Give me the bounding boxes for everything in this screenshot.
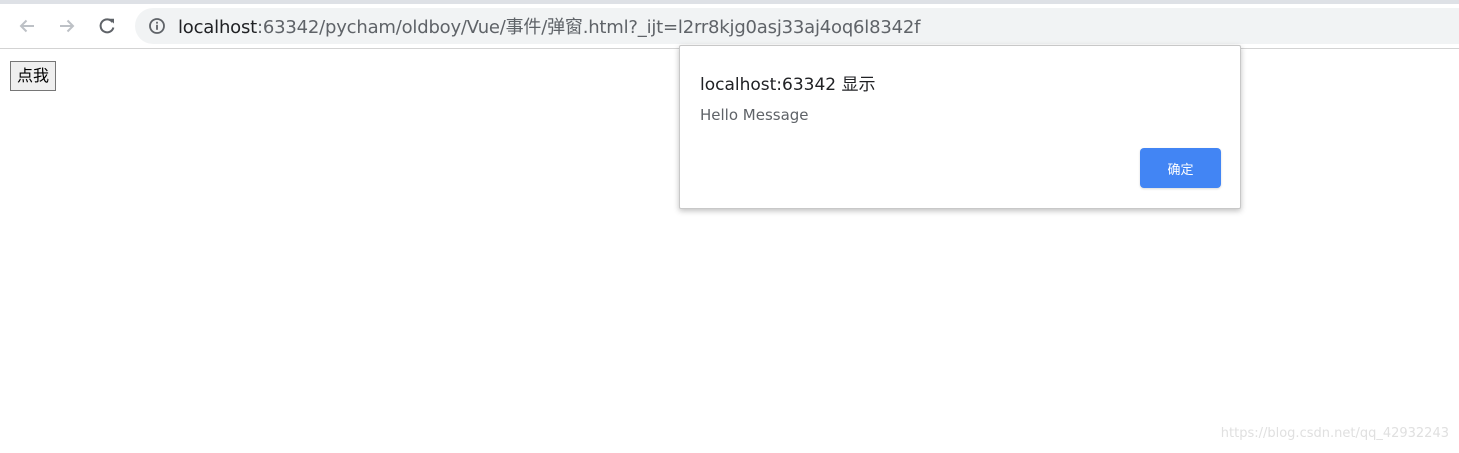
alert-dialog: localhost:63342 显示 Hello Message 确定 (679, 45, 1241, 209)
arrow-right-icon (60, 19, 75, 33)
arrow-left-icon (19, 19, 34, 33)
url-host: localhost (178, 17, 257, 38)
click-me-button[interactable]: 点我 (10, 61, 57, 91)
info-icon[interactable] (148, 17, 166, 35)
forward-button[interactable] (51, 10, 83, 42)
reload-button[interactable] (91, 10, 123, 42)
back-button[interactable] (11, 10, 43, 42)
watermark: https://blog.csdn.net/qq_42932243 (1220, 426, 1449, 441)
address-bar[interactable]: localhost:63342/pycham/oldboy/Vue/事件/弹窗.… (135, 8, 1459, 44)
url-text[interactable]: localhost:63342/pycham/oldboy/Vue/事件/弹窗.… (178, 13, 920, 39)
browser-toolbar: localhost:63342/pycham/oldboy/Vue/事件/弹窗.… (0, 4, 1459, 49)
url-path: :63342/pycham/oldboy/Vue/事件/弹窗.html?_ijt… (257, 17, 921, 38)
alert-ok-button[interactable]: 确定 (1140, 148, 1221, 188)
alert-message: Hello Message (700, 106, 809, 124)
alert-title: localhost:63342 显示 (700, 75, 876, 95)
reload-icon (99, 18, 115, 34)
